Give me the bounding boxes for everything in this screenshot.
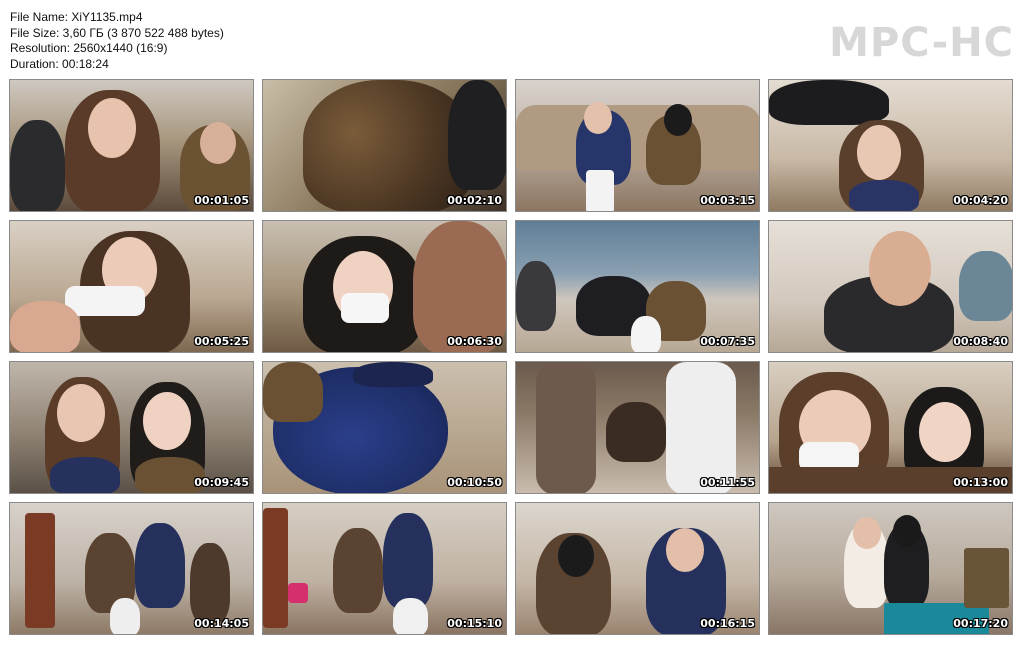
app-logo: MPC-HC [829, 20, 1014, 66]
thumbnail[interactable]: 00:11:55 [515, 361, 760, 494]
file-info-panel: File Name: XiY1135.mp4 File Size: 3,60 Г… [10, 10, 224, 72]
duration-line: Duration: 00:18:24 [10, 56, 109, 71]
timestamp-label: 00:14:05 [194, 617, 249, 630]
timestamp-label: 00:13:00 [953, 476, 1008, 489]
timestamp-label: 00:16:15 [700, 617, 755, 630]
timestamp-label: 00:15:10 [447, 617, 502, 630]
file-size-line: File Size: 3,60 ГБ (3 870 522 488 bytes) [10, 25, 224, 40]
timestamp-label: 00:11:55 [700, 476, 755, 489]
timestamp-label: 00:06:30 [447, 335, 502, 348]
thumbnail[interactable]: 00:10:50 [262, 361, 507, 494]
file-name-line: File Name: XiY1135.mp4 [10, 10, 143, 24]
thumbnail[interactable]: 00:06:30 [262, 220, 507, 353]
timestamp-label: 00:04:20 [953, 194, 1008, 207]
thumbnail[interactable]: 00:08:40 [768, 220, 1013, 353]
timestamp-label: 00:02:10 [447, 194, 502, 207]
timestamp-label: 00:07:35 [700, 335, 755, 348]
thumbnail[interactable]: 00:04:20 [768, 79, 1013, 212]
timestamp-label: 00:03:15 [700, 194, 755, 207]
thumbnail[interactable]: 00:16:15 [515, 502, 760, 635]
timestamp-label: 00:17:20 [953, 617, 1008, 630]
thumbnail[interactable]: 00:07:35 [515, 220, 760, 353]
timestamp-label: 00:10:50 [447, 476, 502, 489]
thumbnail[interactable]: 00:15:10 [262, 502, 507, 635]
thumbnail[interactable]: 00:01:05 [9, 79, 254, 212]
thumbnail[interactable]: 00:09:45 [9, 361, 254, 494]
thumbnail[interactable]: 00:13:00 [768, 361, 1013, 494]
timestamp-label: 00:05:25 [194, 335, 249, 348]
thumbnail[interactable]: 00:17:20 [768, 502, 1013, 635]
thumbnail[interactable]: 00:02:10 [262, 79, 507, 212]
resolution-line: Resolution: 2560x1440 (16:9) [10, 41, 168, 55]
timestamp-label: 00:09:45 [194, 476, 249, 489]
timestamp-label: 00:08:40 [953, 335, 1008, 348]
thumbnail-grid: 00:01:05 00:02:10 00:03:15 00:04:20 00:0… [9, 79, 1013, 635]
thumbnail[interactable]: 00:05:25 [9, 220, 254, 353]
thumbnail[interactable]: 00:14:05 [9, 502, 254, 635]
timestamp-label: 00:01:05 [194, 194, 249, 207]
thumbnail[interactable]: 00:03:15 [515, 79, 760, 212]
